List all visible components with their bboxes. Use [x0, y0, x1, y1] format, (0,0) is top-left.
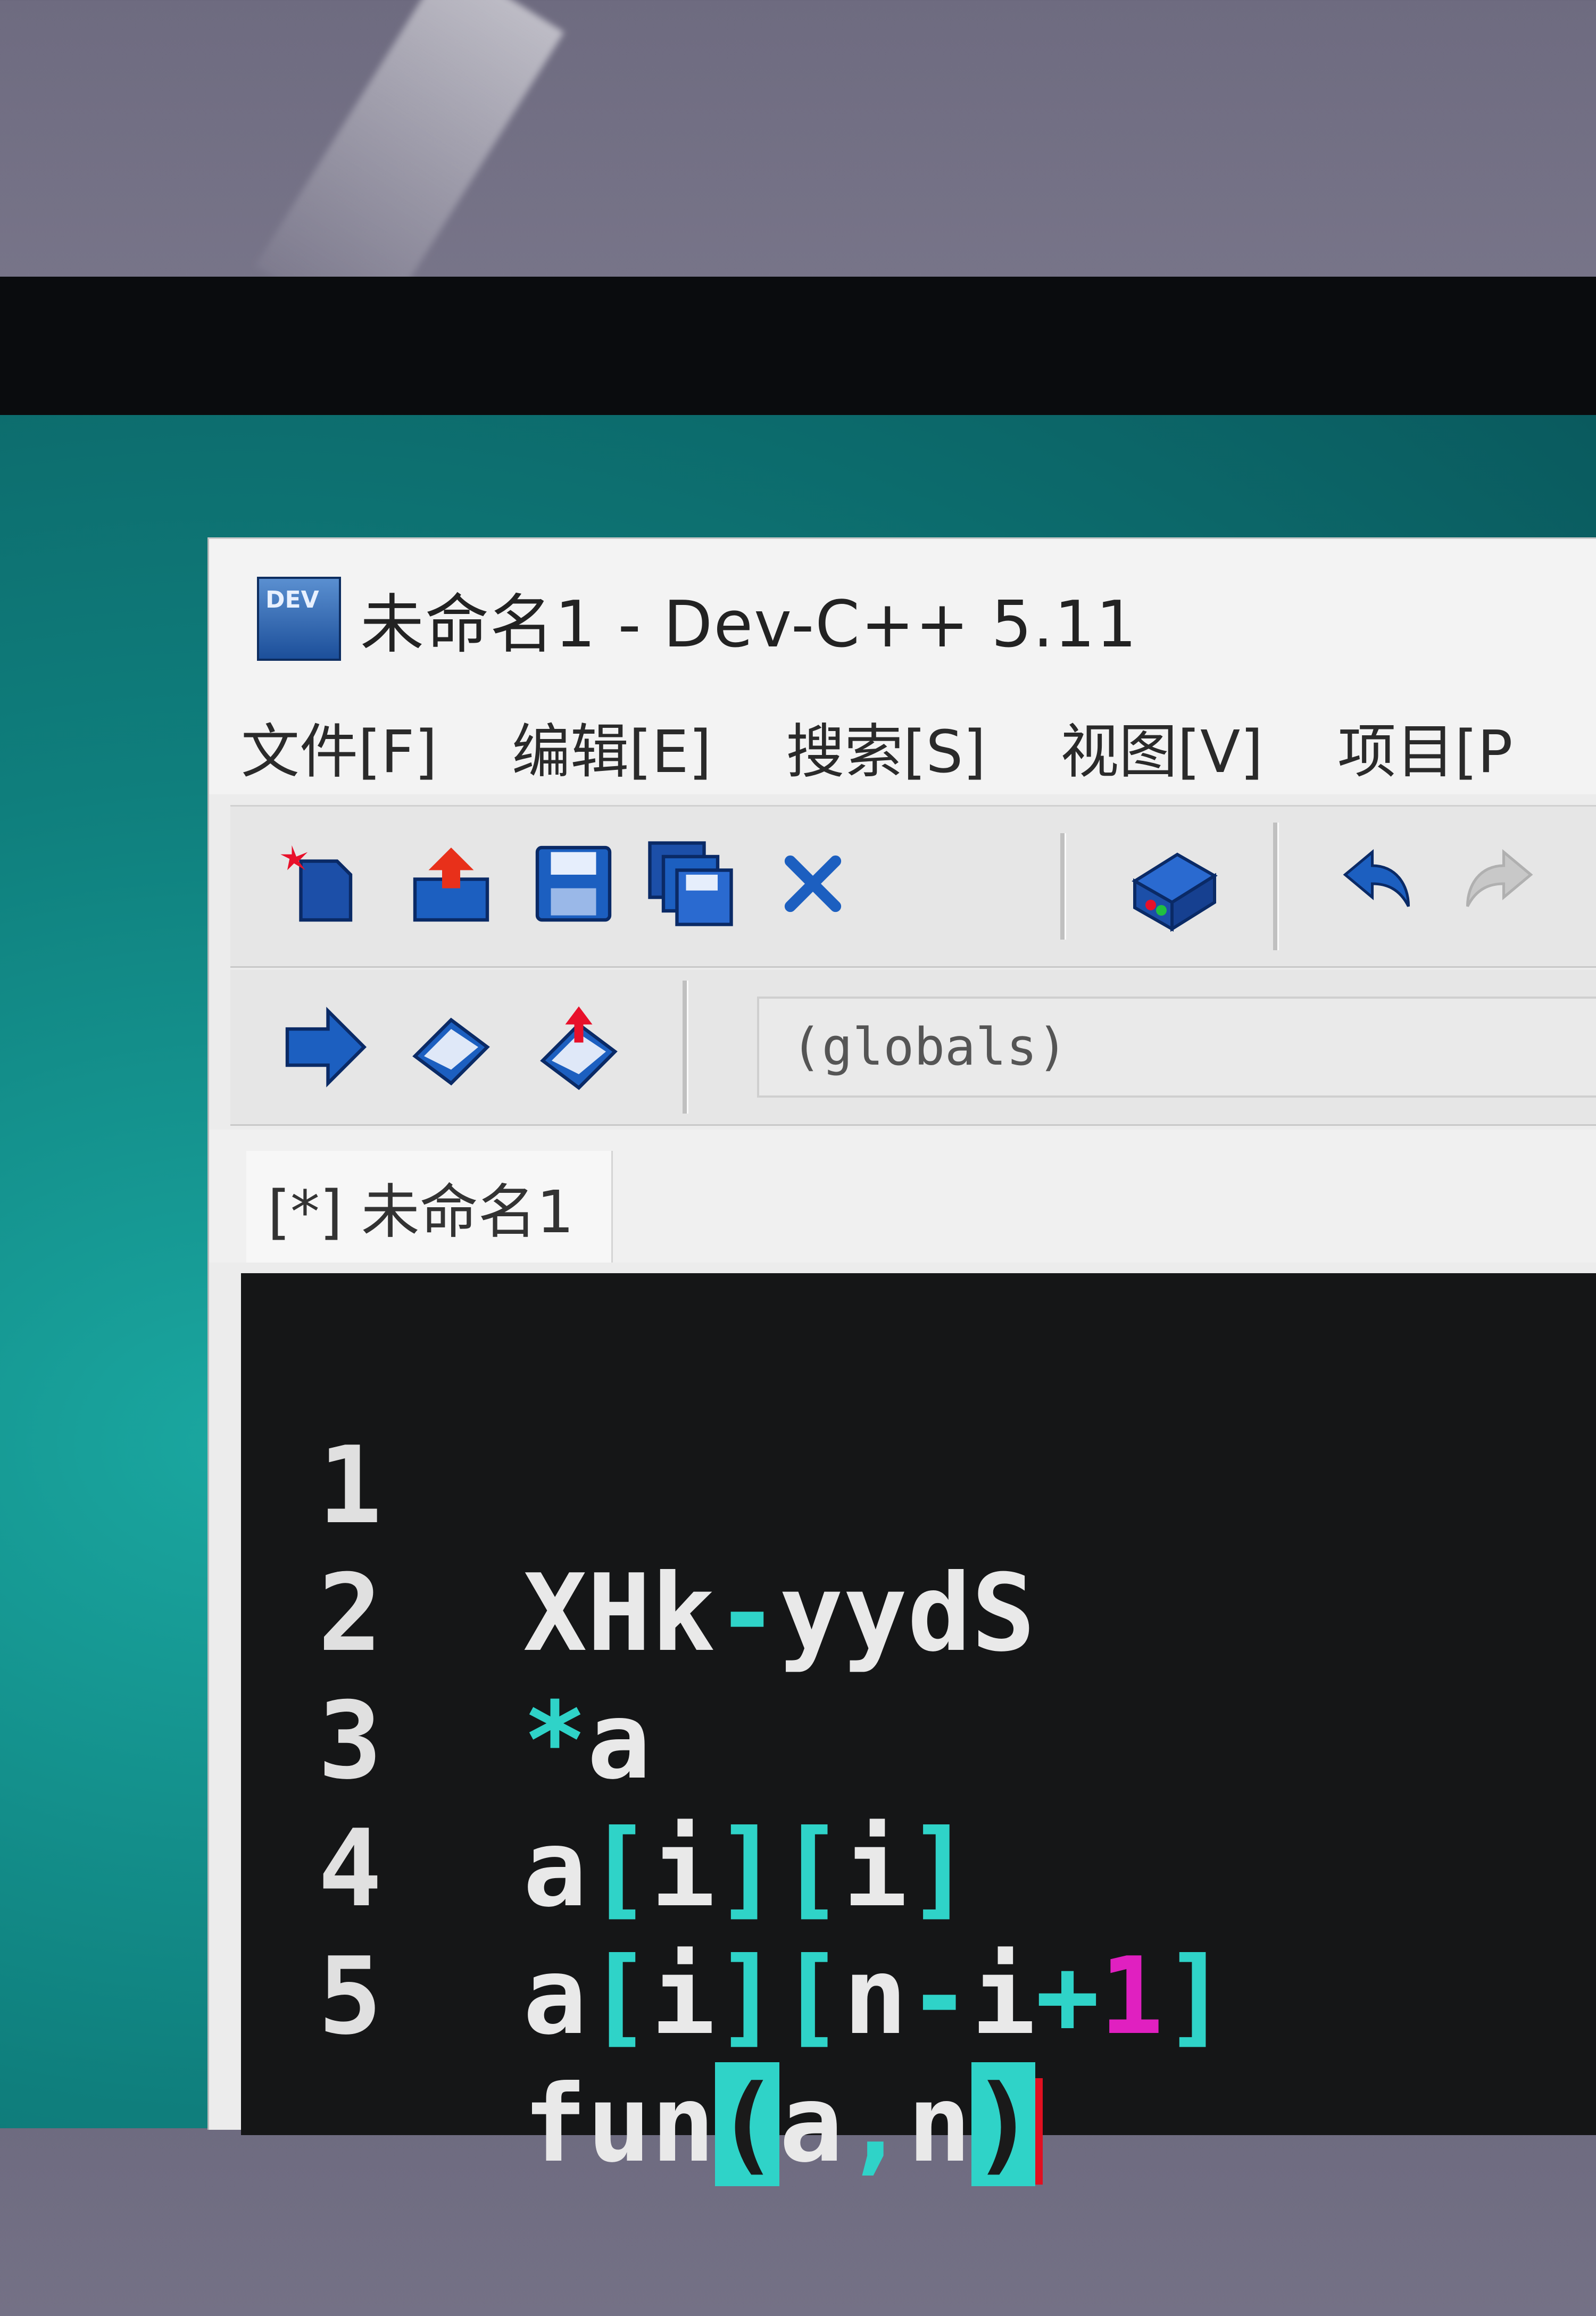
menu-file[interactable]: 文件[F]	[241, 704, 437, 789]
main-toolbar	[230, 805, 1596, 968]
save-icon[interactable]	[528, 839, 619, 929]
window-title: 未命名1 - Dev-C++ 5.11	[360, 588, 1138, 662]
code-line: 3 a[i][i]	[241, 1550, 1596, 1931]
redo-icon[interactable]	[1454, 839, 1544, 929]
save-all-icon[interactable]	[645, 839, 736, 929]
undo-icon[interactable]	[1332, 839, 1422, 929]
toolbar-separator	[1060, 833, 1066, 940]
editor-tab-bar: [*] 未命名1	[209, 1130, 1596, 1263]
line-text: a[i][n-i+1]	[523, 1935, 1228, 2058]
text-caret	[1035, 2078, 1043, 2185]
open-file-icon[interactable]	[406, 839, 496, 929]
code-line: 5 fun(a,n)	[241, 1805, 1596, 2186]
secondary-toolbar: (globals)	[230, 970, 1596, 1126]
code-line: 1 XHk-yydS	[241, 1294, 1596, 1675]
toolbar-separator	[1273, 823, 1279, 950]
code-line: 2 *a	[241, 1422, 1596, 1803]
close-icon[interactable]	[768, 839, 858, 929]
code-line: 4 a[i][n-i+1]	[241, 1678, 1596, 2058]
menu-view[interactable]: 视图[V]	[1060, 704, 1263, 789]
bookmark-add-icon[interactable]	[534, 1002, 624, 1092]
devcpp-window: 未命名1 - Dev-C++ 5.11 文件[F] 编辑[E] 搜索[S] 视图…	[207, 537, 1596, 2186]
bookmark-icon[interactable]	[406, 1002, 496, 1092]
line-text: fun(a,n)	[523, 2061, 1043, 2188]
scope-select[interactable]: (globals)	[757, 997, 1596, 1098]
tab-untitled-1[interactable]: [*] 未命名1	[246, 1151, 613, 1263]
menu-bar: 文件[F] 编辑[E] 搜索[S] 视图[V] 项目[P	[209, 699, 1596, 794]
menu-search[interactable]: 搜索[S]	[786, 704, 986, 789]
print-icon[interactable]	[1119, 833, 1225, 940]
menu-project[interactable]: 项目[P	[1337, 704, 1512, 789]
title-bar[interactable]: 未命名1 - Dev-C++ 5.11	[209, 539, 1596, 699]
new-file-icon[interactable]	[278, 839, 369, 929]
menu-edit[interactable]: 编辑[E]	[512, 704, 711, 789]
goto-icon[interactable]	[278, 1002, 369, 1092]
toolbar-separator	[683, 981, 688, 1114]
tab-label: [*] 未命名1	[268, 1178, 574, 1246]
dev-cpp-logo-icon	[257, 577, 341, 661]
line-number: 5	[318, 1935, 383, 2058]
code-editor[interactable]: 1 XHk-yydS 2 *a 3 a[i][i] 4 a[i][n-i+1] …	[241, 1273, 1596, 2186]
scope-select-value: (globals)	[791, 1017, 1068, 1077]
